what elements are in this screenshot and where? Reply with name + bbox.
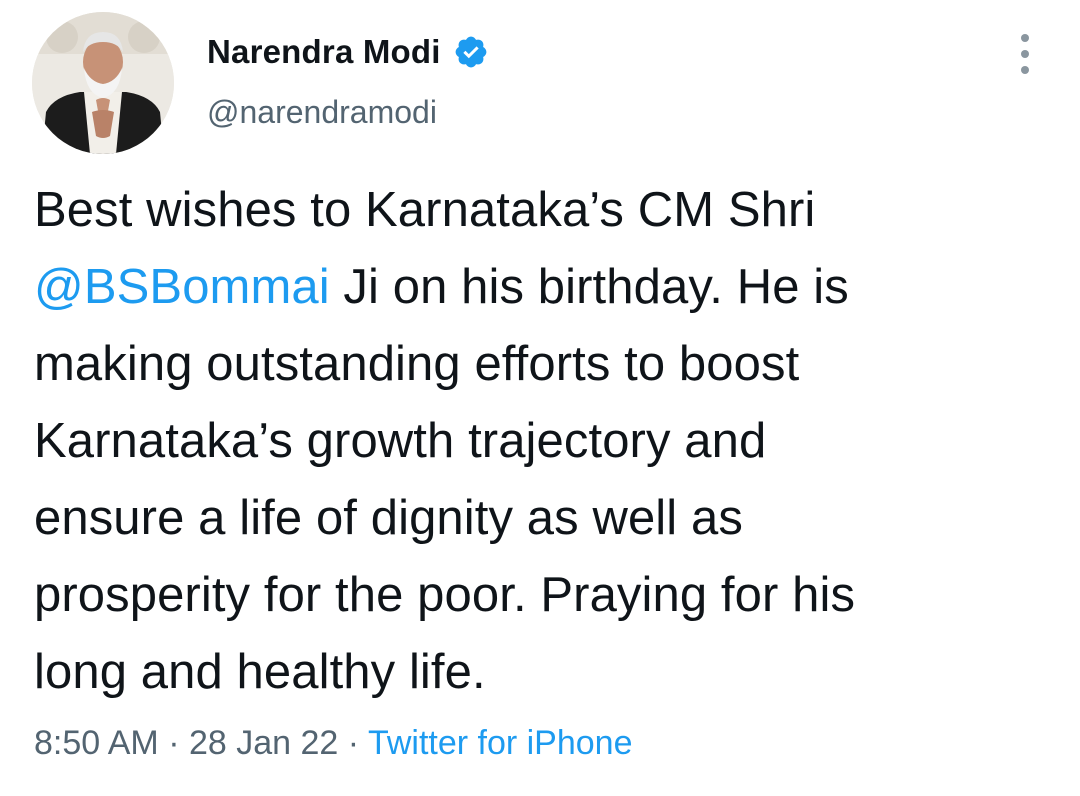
more-options-icon[interactable] — [1010, 34, 1040, 74]
meta-separator: · — [158, 724, 189, 762]
tweet-time[interactable]: 8:50 AM — [34, 724, 159, 762]
avatar-image — [32, 12, 174, 154]
tweet-line: Karnataka’s growth trajectory and — [34, 414, 767, 468]
tweet-line: long and healthy life. — [34, 645, 486, 699]
display-name-row: Narendra Modi — [207, 28, 489, 76]
tweet-source-link[interactable]: Twitter for iPhone — [368, 724, 633, 762]
tweet-line: ensure a life of dignity as well as — [34, 491, 743, 545]
user-handle[interactable]: @narendramodi — [207, 94, 437, 131]
tweet-text: Best wishes to Karnataka’s CM Shri @BSBo… — [34, 172, 1064, 711]
tweet-line: @BSBommai Ji on his birthday. He is — [34, 249, 1064, 326]
tweet-metadata: 8:50 AM · 28 Jan 22 · Twitter for iPhone — [34, 724, 633, 763]
verified-badge-icon — [453, 34, 489, 70]
avatar[interactable] — [32, 12, 174, 154]
tweet-line: prosperity for the poor. Praying for his — [34, 568, 856, 622]
tweet-date[interactable]: 28 Jan 22 — [189, 724, 338, 762]
mention-link[interactable]: @BSBommai — [34, 260, 330, 314]
tweet: Narendra Modi @narendramodi Best wishes … — [0, 0, 1080, 796]
tweet-line: Best wishes to Karnataka’s CM Shri — [34, 183, 816, 237]
meta-separator: · — [338, 724, 368, 762]
tweet-line: making outstanding efforts to boost — [34, 337, 800, 391]
tweet-line-text: Ji on his birthday. He is — [329, 260, 849, 314]
display-name[interactable]: Narendra Modi — [207, 33, 441, 71]
